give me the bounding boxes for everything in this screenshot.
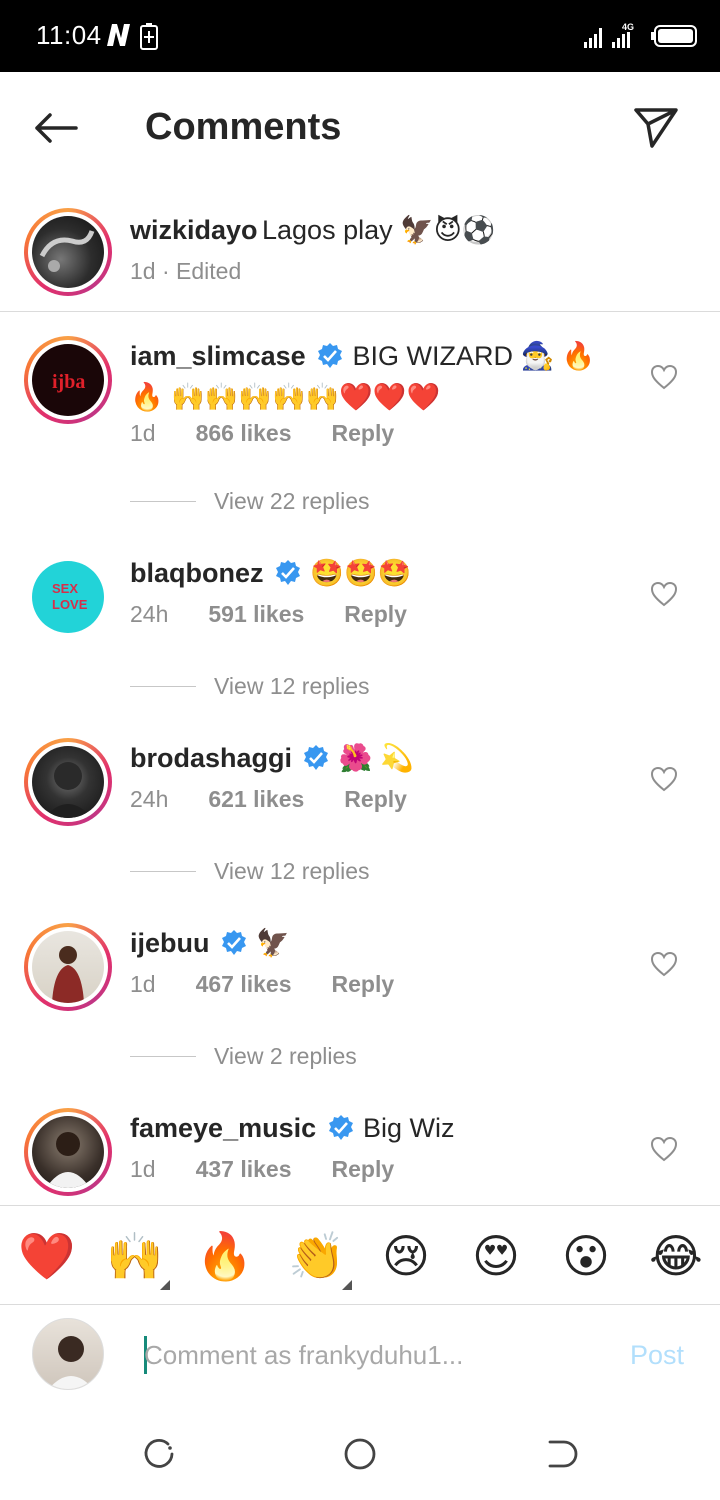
reaction-surprised[interactable]: 😮 (558, 1228, 614, 1284)
view-replies-label: View 2 replies (214, 1043, 357, 1069)
comment-composer: Post (0, 1306, 720, 1410)
avatar[interactable] (24, 208, 112, 296)
heart-outline-icon[interactable] (650, 1136, 678, 1162)
my-avatar[interactable] (32, 1318, 104, 1390)
recents-icon[interactable] (140, 1434, 180, 1474)
comment-meta: 1d 467 likes Reply (130, 971, 394, 998)
caption-meta: 1d · Edited (130, 258, 242, 284)
reply-button[interactable]: Reply (344, 601, 407, 628)
comment-time: 1d (130, 971, 156, 997)
comment-text: 🦅 (256, 928, 291, 958)
comment-username[interactable]: ijebuu (130, 928, 210, 958)
signal-icon: 4G (584, 22, 634, 48)
verified-badge-icon (275, 560, 300, 585)
reply-button[interactable]: Reply (332, 1156, 395, 1183)
verified-badge-icon (304, 745, 329, 770)
verified-badge-icon (328, 1115, 353, 1140)
verified-badge-icon (318, 343, 343, 368)
avatar[interactable] (24, 923, 112, 1011)
reaction-crying[interactable]: 😢 (378, 1228, 434, 1284)
heart-outline-icon[interactable] (650, 364, 678, 390)
view-replies-label: View 12 replies (214, 673, 370, 699)
status-time: 11:04 (36, 20, 102, 50)
comment-time: 1d (130, 1156, 156, 1182)
avatar[interactable] (24, 738, 112, 826)
avatar[interactable]: ijba (24, 336, 112, 424)
paper-plane-icon[interactable] (630, 102, 682, 154)
reaction-fire[interactable]: 🔥 (196, 1228, 253, 1284)
post-caption: wizkidayo Lagos play 🦅😈⚽ 1d · Edited (0, 200, 720, 312)
comment-meta: 1d 866 likes Reply (130, 420, 394, 447)
network-type-label: 4G (622, 22, 634, 32)
svg-text:SEX: SEX (52, 581, 78, 596)
view-replies-label: View 12 replies (214, 858, 370, 884)
reaction-heart[interactable]: ❤️ (18, 1228, 75, 1284)
reaction-clap[interactable]: 👏 (288, 1228, 352, 1290)
comment-likes[interactable]: 467 likes (196, 971, 292, 998)
reply-button[interactable]: Reply (344, 786, 407, 813)
heart-outline-icon[interactable] (650, 766, 678, 792)
caption-username[interactable]: wizkidayo (130, 215, 258, 245)
arrow-left-icon (35, 113, 78, 143)
view-replies-button[interactable]: View 2 replies (130, 1043, 357, 1070)
comment-likes[interactable]: 437 likes (196, 1156, 292, 1183)
emoji-reaction-bar: ❤️ 🙌 🔥 👏 😢 😍 😮 😂 (0, 1205, 720, 1305)
comment-time: 24h (130, 601, 169, 627)
svg-text:ijba: ijba (52, 371, 85, 393)
comment-likes[interactable]: 591 likes (208, 601, 304, 628)
comment-username[interactable]: brodashaggi (130, 743, 292, 773)
comment-time: 1d (130, 420, 156, 446)
reply-button[interactable]: Reply (332, 420, 395, 447)
view-replies-button[interactable]: View 12 replies (130, 673, 370, 700)
heart-outline-icon[interactable] (650, 581, 678, 607)
system-nav-bar (0, 1410, 720, 1500)
back-nav-icon[interactable] (540, 1434, 580, 1474)
header: Comments (0, 72, 720, 184)
verified-badge-icon (221, 930, 246, 955)
reply-button[interactable]: Reply (332, 971, 395, 998)
view-replies-button[interactable]: View 22 replies (130, 488, 370, 515)
comment-meta: 24h 621 likes Reply (130, 786, 407, 813)
home-icon[interactable] (340, 1434, 380, 1474)
comment-text: Big Wiz (363, 1113, 455, 1143)
comment-time: 24h (130, 786, 169, 812)
svg-text:LOVE: LOVE (52, 597, 88, 612)
caption-text: Lagos play 🦅😈⚽ (262, 215, 496, 245)
post-button[interactable]: Post (630, 1340, 684, 1371)
reaction-glyph: 👏 (288, 1230, 346, 1282)
comment-text: 🤩🤩🤩 (310, 558, 412, 588)
nfc-icon (107, 24, 130, 46)
reaction-laughing[interactable]: 😂 (648, 1228, 704, 1284)
comment-likes[interactable]: 621 likes (208, 786, 304, 813)
reaction-raised-hands[interactable]: 🙌 (106, 1228, 170, 1290)
comment-input[interactable] (144, 1334, 584, 1376)
comment-username[interactable]: blaqbonez (130, 558, 264, 588)
view-replies-label: View 22 replies (214, 488, 370, 514)
reaction-heart-eyes[interactable]: 😍 (468, 1228, 524, 1284)
page-title: Comments (145, 106, 342, 148)
back-button[interactable] (30, 106, 82, 150)
avatar[interactable]: SEX LOVE (24, 553, 112, 641)
battery-saver-icon (140, 23, 158, 50)
reaction-glyph: 🙌 (106, 1230, 164, 1282)
comment-username[interactable]: fameye_music (130, 1113, 316, 1143)
comment-text: 🌺 💫 (338, 743, 414, 773)
heart-outline-icon[interactable] (650, 951, 678, 977)
avatar[interactable] (24, 1108, 112, 1196)
status-bar: 11:04 4G (0, 0, 720, 72)
comment-meta: 24h 591 likes Reply (130, 601, 407, 628)
comment-likes[interactable]: 866 likes (196, 420, 292, 447)
comment-username[interactable]: iam_slimcase (130, 341, 306, 371)
comment-meta: 1d 437 likes Reply (130, 1156, 394, 1183)
view-replies-button[interactable]: View 12 replies (130, 858, 370, 885)
battery-icon (651, 25, 697, 47)
